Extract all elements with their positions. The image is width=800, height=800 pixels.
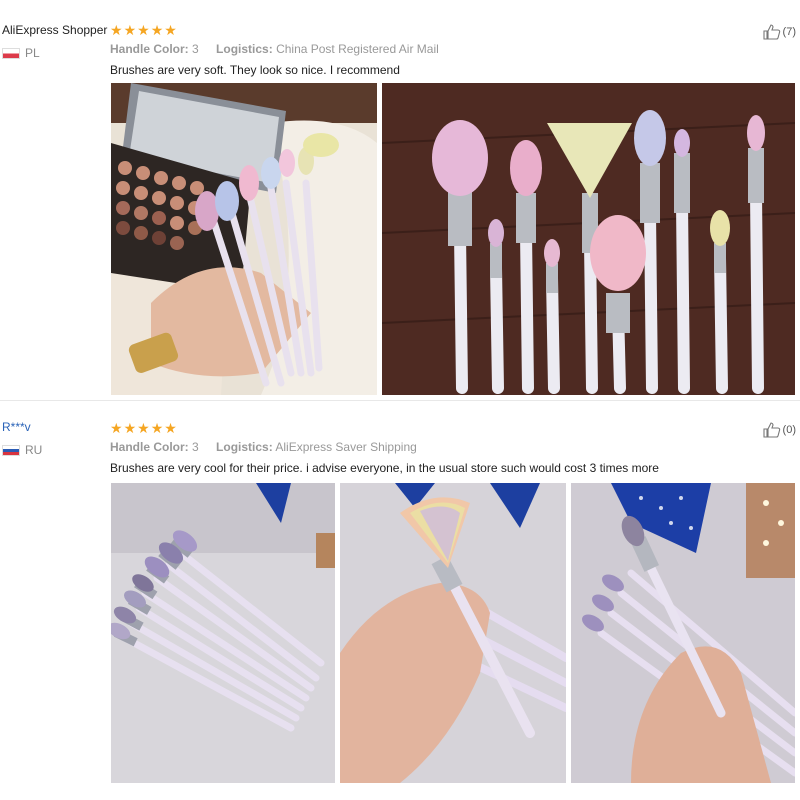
reviewer-name[interactable]: R***v [2, 420, 31, 434]
brushes-on-table-image [382, 83, 795, 395]
country-code: RU [25, 443, 43, 457]
review-photo[interactable] [340, 483, 566, 783]
reviewer-country: PL [2, 46, 40, 60]
helpful-button[interactable]: (0) [762, 422, 796, 438]
brushes-in-hand-star-image [571, 483, 795, 783]
star-icon: ★ [150, 22, 164, 38]
review-text: Brushes are very cool for their price. i… [110, 461, 659, 475]
logistics-label: Logistics: [216, 42, 273, 56]
logistics-value: China Post Registered Air Mail [276, 42, 439, 56]
logistics-label: Logistics: [216, 440, 273, 454]
rating-stars: ★ ★ ★ ★ ★ [110, 421, 177, 435]
handle-color-label: Handle Color: [110, 42, 189, 56]
order-info: Handle Color: 3 Logistics: China Post Re… [110, 42, 439, 56]
review-photo[interactable] [111, 483, 335, 783]
review-1: AliExpress Shopper PL ★ ★ ★ ★ ★ Handle C… [0, 0, 800, 400]
thumbs-up-icon[interactable] [762, 24, 781, 40]
country-code: PL [25, 46, 40, 60]
review-photo[interactable] [571, 483, 795, 783]
thumbs-up-icon[interactable] [762, 422, 781, 438]
handle-color-value: 3 [192, 440, 199, 454]
logistics-value: AliExpress Saver Shipping [275, 440, 417, 454]
handle-color-value: 3 [192, 42, 199, 56]
handle-color-label: Handle Color: [110, 440, 189, 454]
helpful-count: (0) [782, 424, 796, 436]
review-2: R***v RU ★ ★ ★ ★ ★ Handle Color: 3 Logis… [0, 400, 800, 800]
helpful-button[interactable]: (7) [762, 24, 796, 40]
star-icon: ★ [137, 420, 150, 436]
star-icon: ★ [110, 420, 123, 436]
helpful-count: (7) [782, 26, 796, 38]
review-text: Brushes are very soft. They look so nice… [110, 63, 400, 77]
brush-set-in-hand-image [111, 83, 377, 395]
star-icon: ★ [123, 22, 137, 38]
reviewer-country: RU [2, 443, 42, 457]
review-photo[interactable] [382, 83, 795, 395]
rating-stars: ★ ★ ★ ★ ★ [110, 23, 177, 37]
star-icon: ★ [123, 420, 137, 436]
russia-flag-icon [2, 444, 20, 456]
fan-brush-in-hand-image [340, 483, 566, 783]
brushes-on-desk-image [111, 483, 335, 783]
star-icon: ★ [137, 22, 150, 38]
star-icon: ★ [150, 420, 164, 436]
star-icon: ★ [164, 420, 177, 436]
review-photo[interactable] [111, 83, 377, 395]
reviewer-name: AliExpress Shopper [2, 23, 108, 37]
poland-flag-icon [2, 47, 20, 59]
order-info: Handle Color: 3 Logistics: AliExpress Sa… [110, 440, 417, 454]
star-icon: ★ [110, 22, 123, 38]
star-icon: ★ [164, 22, 177, 38]
